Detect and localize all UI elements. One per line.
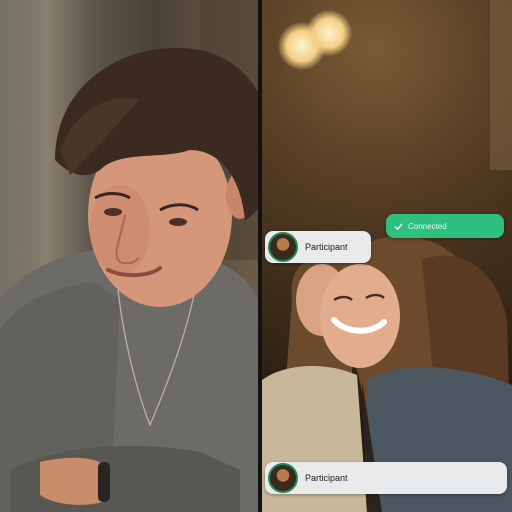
status-pill[interactable]: Connected — [386, 214, 504, 238]
bottom-name-label: Participant — [305, 473, 348, 483]
avatar-icon — [268, 232, 298, 262]
top-name-chip[interactable]: Participant — [265, 231, 371, 263]
check-icon — [394, 222, 403, 230]
bottom-name-chip[interactable]: Participant — [265, 462, 507, 494]
status-label: Connected — [408, 221, 447, 231]
left-participant-video — [0, 0, 258, 512]
top-name-label: Participant — [305, 242, 348, 252]
left-video-feed[interactable] — [0, 0, 258, 512]
right-video-feed[interactable]: Participant Connected Participant — [262, 0, 512, 512]
avatar-icon — [268, 463, 298, 493]
